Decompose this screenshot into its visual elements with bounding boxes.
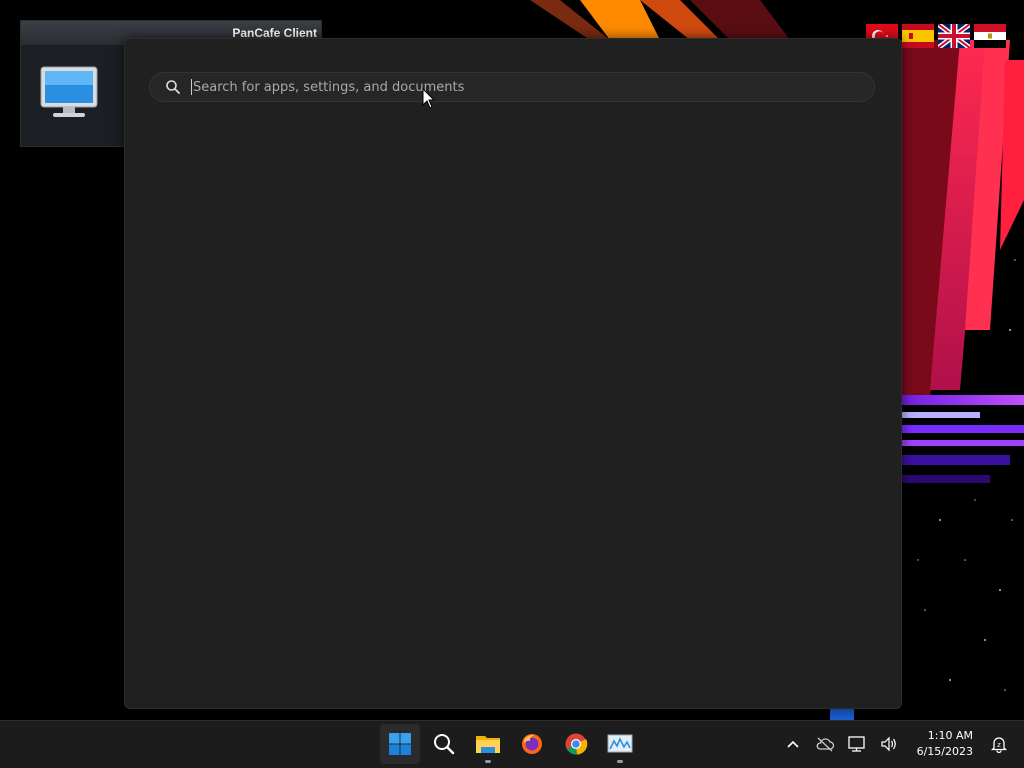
system-tray: 1:10 AM 6/15/2023 z bbox=[777, 721, 1024, 767]
chrome-icon bbox=[565, 733, 588, 755]
firefox-icon bbox=[522, 734, 542, 754]
clock-date: 6/15/2023 bbox=[916, 745, 973, 758]
cloud-offline-icon bbox=[816, 737, 834, 752]
onedrive-button[interactable] bbox=[814, 733, 836, 755]
pancafe-app-button[interactable] bbox=[600, 724, 640, 764]
search-input[interactable] bbox=[191, 79, 874, 95]
chevron-up-icon bbox=[787, 740, 799, 748]
search-box[interactable] bbox=[149, 72, 875, 102]
taskbar-apps bbox=[380, 724, 640, 764]
egypt-flag-icon[interactable] bbox=[974, 24, 1006, 48]
firefox-button[interactable] bbox=[512, 724, 552, 764]
bell-icon: z bbox=[990, 737, 1008, 753]
computer-monitor-icon[interactable] bbox=[39, 65, 99, 121]
windows-start-icon bbox=[389, 733, 411, 755]
search-icon bbox=[166, 80, 180, 94]
mouse-cursor-icon bbox=[422, 88, 436, 109]
running-indicator bbox=[485, 760, 491, 763]
file-explorer-button[interactable] bbox=[468, 724, 508, 764]
volume-button[interactable] bbox=[878, 733, 900, 755]
folder-icon bbox=[476, 736, 500, 753]
start-search-panel bbox=[124, 38, 902, 709]
desktop: PanCafe Client bbox=[0, 0, 1024, 720]
speaker-icon bbox=[880, 736, 896, 752]
search-icon bbox=[434, 734, 455, 755]
uk-flag-icon[interactable] bbox=[938, 24, 970, 48]
running-indicator bbox=[617, 760, 623, 763]
start-button[interactable] bbox=[380, 724, 420, 764]
network-icon bbox=[847, 736, 865, 752]
spain-flag-icon[interactable] bbox=[902, 24, 934, 48]
notifications-button[interactable]: z bbox=[988, 733, 1010, 755]
taskbar-search-button[interactable] bbox=[424, 724, 464, 764]
show-hidden-icons-button[interactable] bbox=[782, 733, 804, 755]
pancafe-app-icon bbox=[607, 734, 633, 753]
svg-text:z: z bbox=[997, 741, 1001, 749]
clock-time: 1:10 AM bbox=[927, 729, 973, 742]
clock[interactable]: 1:10 AM 6/15/2023 bbox=[917, 728, 973, 760]
chrome-button[interactable] bbox=[556, 724, 596, 764]
network-button[interactable] bbox=[846, 733, 868, 755]
taskbar: 1:10 AM 6/15/2023 z bbox=[0, 720, 1024, 768]
